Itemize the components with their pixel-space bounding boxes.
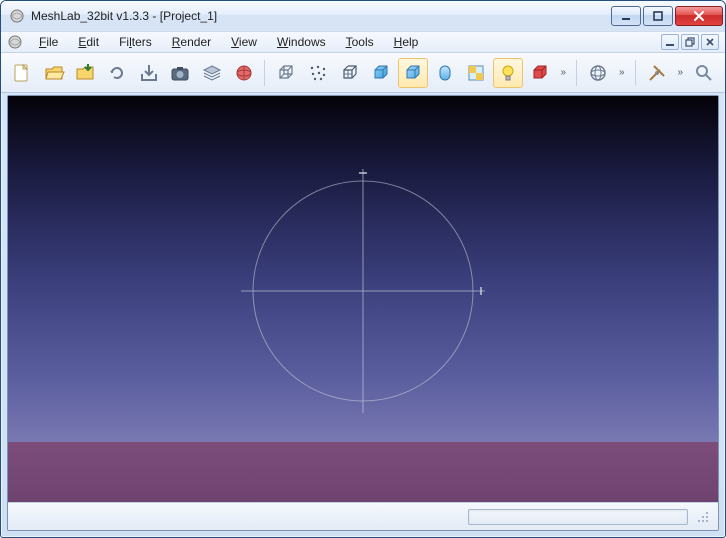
raster-mode-button[interactable] bbox=[229, 58, 259, 88]
toolbar: » » » bbox=[1, 53, 725, 93]
menu-edit[interactable]: Edit bbox=[68, 33, 109, 51]
close-button[interactable] bbox=[675, 6, 723, 26]
import-mesh-button[interactable] bbox=[70, 58, 100, 88]
toolbar-separator-3 bbox=[635, 60, 636, 86]
maximize-button[interactable] bbox=[643, 6, 673, 26]
menu-tools[interactable]: Tools bbox=[336, 33, 384, 51]
snapshot-button[interactable] bbox=[165, 58, 195, 88]
mdi-close-button[interactable] bbox=[701, 34, 719, 50]
window-buttons bbox=[609, 6, 723, 26]
trackball-gizmo[interactable] bbox=[233, 161, 493, 421]
resize-grip-icon[interactable] bbox=[696, 510, 710, 524]
menu-windows[interactable]: Windows bbox=[267, 33, 336, 51]
toolbar-overflow-1[interactable]: » bbox=[556, 58, 570, 88]
open-project-button[interactable] bbox=[39, 58, 69, 88]
app-icon bbox=[9, 8, 25, 24]
viewport-3d[interactable] bbox=[8, 96, 718, 502]
toolbar-overflow-3[interactable]: » bbox=[673, 58, 687, 88]
flat-button[interactable] bbox=[398, 58, 428, 88]
mdi-app-icon[interactable] bbox=[7, 34, 23, 50]
backface-button[interactable] bbox=[525, 58, 555, 88]
status-bar bbox=[8, 502, 718, 530]
menu-bar: File Edit Filters Render View Windows To… bbox=[1, 31, 725, 53]
minimize-button[interactable] bbox=[611, 6, 641, 26]
texture-button[interactable] bbox=[461, 58, 491, 88]
main-window: MeshLab_32bit v1.3.3 - [Project_1] File … bbox=[0, 0, 726, 538]
title-bar[interactable]: MeshLab_32bit v1.3.3 - [Project_1] bbox=[1, 1, 725, 31]
toolbar-separator bbox=[264, 60, 265, 86]
smooth-button[interactable] bbox=[430, 58, 460, 88]
trackball-button[interactable] bbox=[583, 58, 613, 88]
menu-view[interactable]: View bbox=[221, 33, 267, 51]
window-title: MeshLab_32bit v1.3.3 - [Project_1] bbox=[31, 9, 217, 23]
progress-bar bbox=[468, 509, 688, 525]
toolbar-overflow-2[interactable]: » bbox=[615, 58, 629, 88]
light-button[interactable] bbox=[493, 58, 523, 88]
layers-button[interactable] bbox=[197, 58, 227, 88]
menu-help[interactable]: Help bbox=[384, 33, 429, 51]
toolbar-separator-2 bbox=[576, 60, 577, 86]
menu-filters[interactable]: Filters bbox=[109, 33, 162, 51]
mdi-window-buttons bbox=[661, 34, 719, 50]
flatlines-button[interactable] bbox=[366, 58, 396, 88]
bbox-button[interactable] bbox=[271, 58, 301, 88]
mdi-restore-button[interactable] bbox=[681, 34, 699, 50]
measure-button[interactable] bbox=[642, 58, 672, 88]
points-button[interactable] bbox=[303, 58, 333, 88]
menu-render[interactable]: Render bbox=[162, 33, 221, 51]
search-button[interactable] bbox=[689, 58, 719, 88]
reload-button[interactable] bbox=[102, 58, 132, 88]
ground-plane bbox=[8, 442, 718, 502]
new-project-button[interactable] bbox=[7, 58, 37, 88]
menu-file[interactable]: File bbox=[29, 33, 68, 51]
wireframe-button[interactable] bbox=[335, 58, 365, 88]
mdi-client-area bbox=[7, 95, 719, 531]
export-button[interactable] bbox=[134, 58, 164, 88]
mdi-minimize-button[interactable] bbox=[661, 34, 679, 50]
